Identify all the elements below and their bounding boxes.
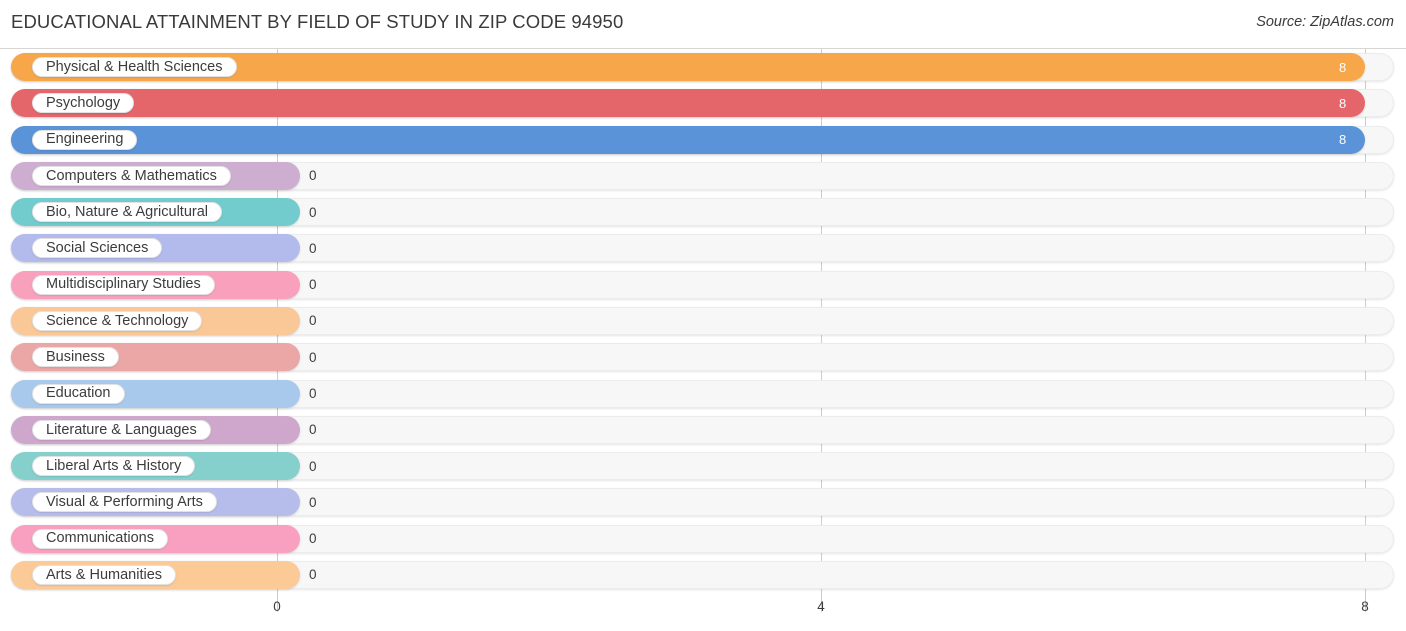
x-axis: 0 4 8 — [0, 594, 1406, 631]
bar-value-label: 0 — [309, 240, 317, 256]
bar-value-label: 8 — [1339, 132, 1347, 148]
bar-value-label: 0 — [309, 313, 317, 329]
x-tick-label: 4 — [817, 599, 825, 614]
bar-row[interactable]: 8 Psychology — [11, 89, 1394, 118]
category-label-text: Science & Technology — [46, 312, 189, 329]
bar-value-label: 0 — [309, 386, 317, 402]
category-label-text: Social Sciences — [46, 240, 149, 257]
category-label-text: Business — [46, 348, 105, 365]
category-label-pill: Liberal Arts & History — [32, 456, 196, 477]
bar-value-label: 0 — [309, 168, 317, 184]
category-label-text: Communications — [46, 530, 154, 547]
category-label-pill: Bio, Nature & Agricultural — [32, 202, 222, 223]
page-title: EDUCATIONAL ATTAINMENT BY FIELD OF STUDY… — [11, 11, 624, 32]
chart-header: EDUCATIONAL ATTAINMENT BY FIELD OF STUDY… — [0, 0, 1406, 48]
bar-row[interactable]: 0 Computers & Mathematics — [11, 161, 1394, 190]
category-label-pill: Social Sciences — [32, 238, 163, 259]
bar-row[interactable]: 0 Social Sciences — [11, 234, 1394, 263]
bar-value-label: 0 — [309, 277, 317, 293]
category-label-text: Literature & Languages — [46, 421, 197, 438]
x-tick-label: 0 — [273, 599, 281, 614]
category-label-text: Physical & Health Sciences — [46, 58, 223, 75]
category-label-text: Engineering — [46, 131, 124, 148]
category-label-pill: Communications — [32, 528, 168, 549]
bar-value-label: 0 — [309, 422, 317, 438]
category-label-pill: Visual & Performing Arts — [32, 492, 217, 513]
bar-value-label: 0 — [309, 567, 317, 583]
bar-row[interactable]: 8 Engineering — [11, 125, 1394, 154]
category-label-text: Education — [46, 385, 111, 402]
bar-row[interactable]: 0 Arts & Humanities — [11, 560, 1394, 589]
bar-row[interactable]: 8 Physical & Health Sciences — [11, 53, 1394, 81]
bar-row[interactable]: 0 Visual & Performing Arts — [11, 488, 1394, 517]
value-bar[interactable] — [11, 89, 1365, 118]
category-label-pill: Education — [32, 383, 125, 404]
bar-value-label: 0 — [309, 349, 317, 365]
bar-row[interactable]: 0 Education — [11, 379, 1394, 408]
chart-plot-area: 8 Physical & Health Sciences 8 Psychology 8 E… — [0, 48, 1406, 594]
bar-row[interactable]: 0 Business — [11, 343, 1394, 372]
value-bar[interactable] — [11, 125, 1365, 154]
bar-value-label: 8 — [1339, 95, 1347, 111]
bar-row[interactable]: 0 Bio, Nature & Agricultural — [11, 198, 1394, 227]
bar-value-label: 0 — [309, 204, 317, 220]
category-label-pill: Engineering — [32, 129, 138, 150]
bar-row[interactable]: 0 Liberal Arts & History — [11, 452, 1394, 481]
category-label-pill: Psychology — [32, 93, 135, 114]
category-label-pill: Arts & Humanities — [32, 564, 177, 585]
category-label-pill: Science & Technology — [32, 310, 203, 331]
category-label-pill: Literature & Languages — [32, 419, 211, 440]
category-label-pill: Business — [32, 347, 119, 368]
category-label-text: Arts & Humanities — [46, 566, 163, 583]
bar-value-label: 0 — [309, 458, 317, 474]
category-label-text: Liberal Arts & History — [46, 457, 182, 474]
bar-row[interactable]: 0 Communications — [11, 524, 1394, 553]
category-label-text: Computers & Mathematics — [46, 167, 217, 184]
source-attribution: Source: ZipAtlas.com — [1256, 14, 1394, 30]
category-label-text: Visual & Performing Arts — [46, 494, 203, 511]
category-label-pill: Multidisciplinary Studies — [32, 274, 215, 295]
bar-row[interactable]: 0 Science & Technology — [11, 306, 1394, 335]
bar-value-label: 0 — [309, 531, 317, 547]
category-label-text: Psychology — [46, 95, 121, 112]
category-label-pill: Physical & Health Sciences — [32, 57, 237, 77]
bar-value-label: 0 — [309, 494, 317, 510]
bar-row[interactable]: 0 Multidisciplinary Studies — [11, 270, 1394, 299]
x-tick-label: 8 — [1361, 599, 1369, 614]
category-label-text: Multidisciplinary Studies — [46, 276, 201, 293]
category-label-text: Bio, Nature & Agricultural — [46, 203, 208, 220]
bar-value-label: 8 — [1339, 59, 1347, 75]
bar-row[interactable]: 0 Literature & Languages — [11, 415, 1394, 444]
category-label-pill: Computers & Mathematics — [32, 165, 231, 186]
